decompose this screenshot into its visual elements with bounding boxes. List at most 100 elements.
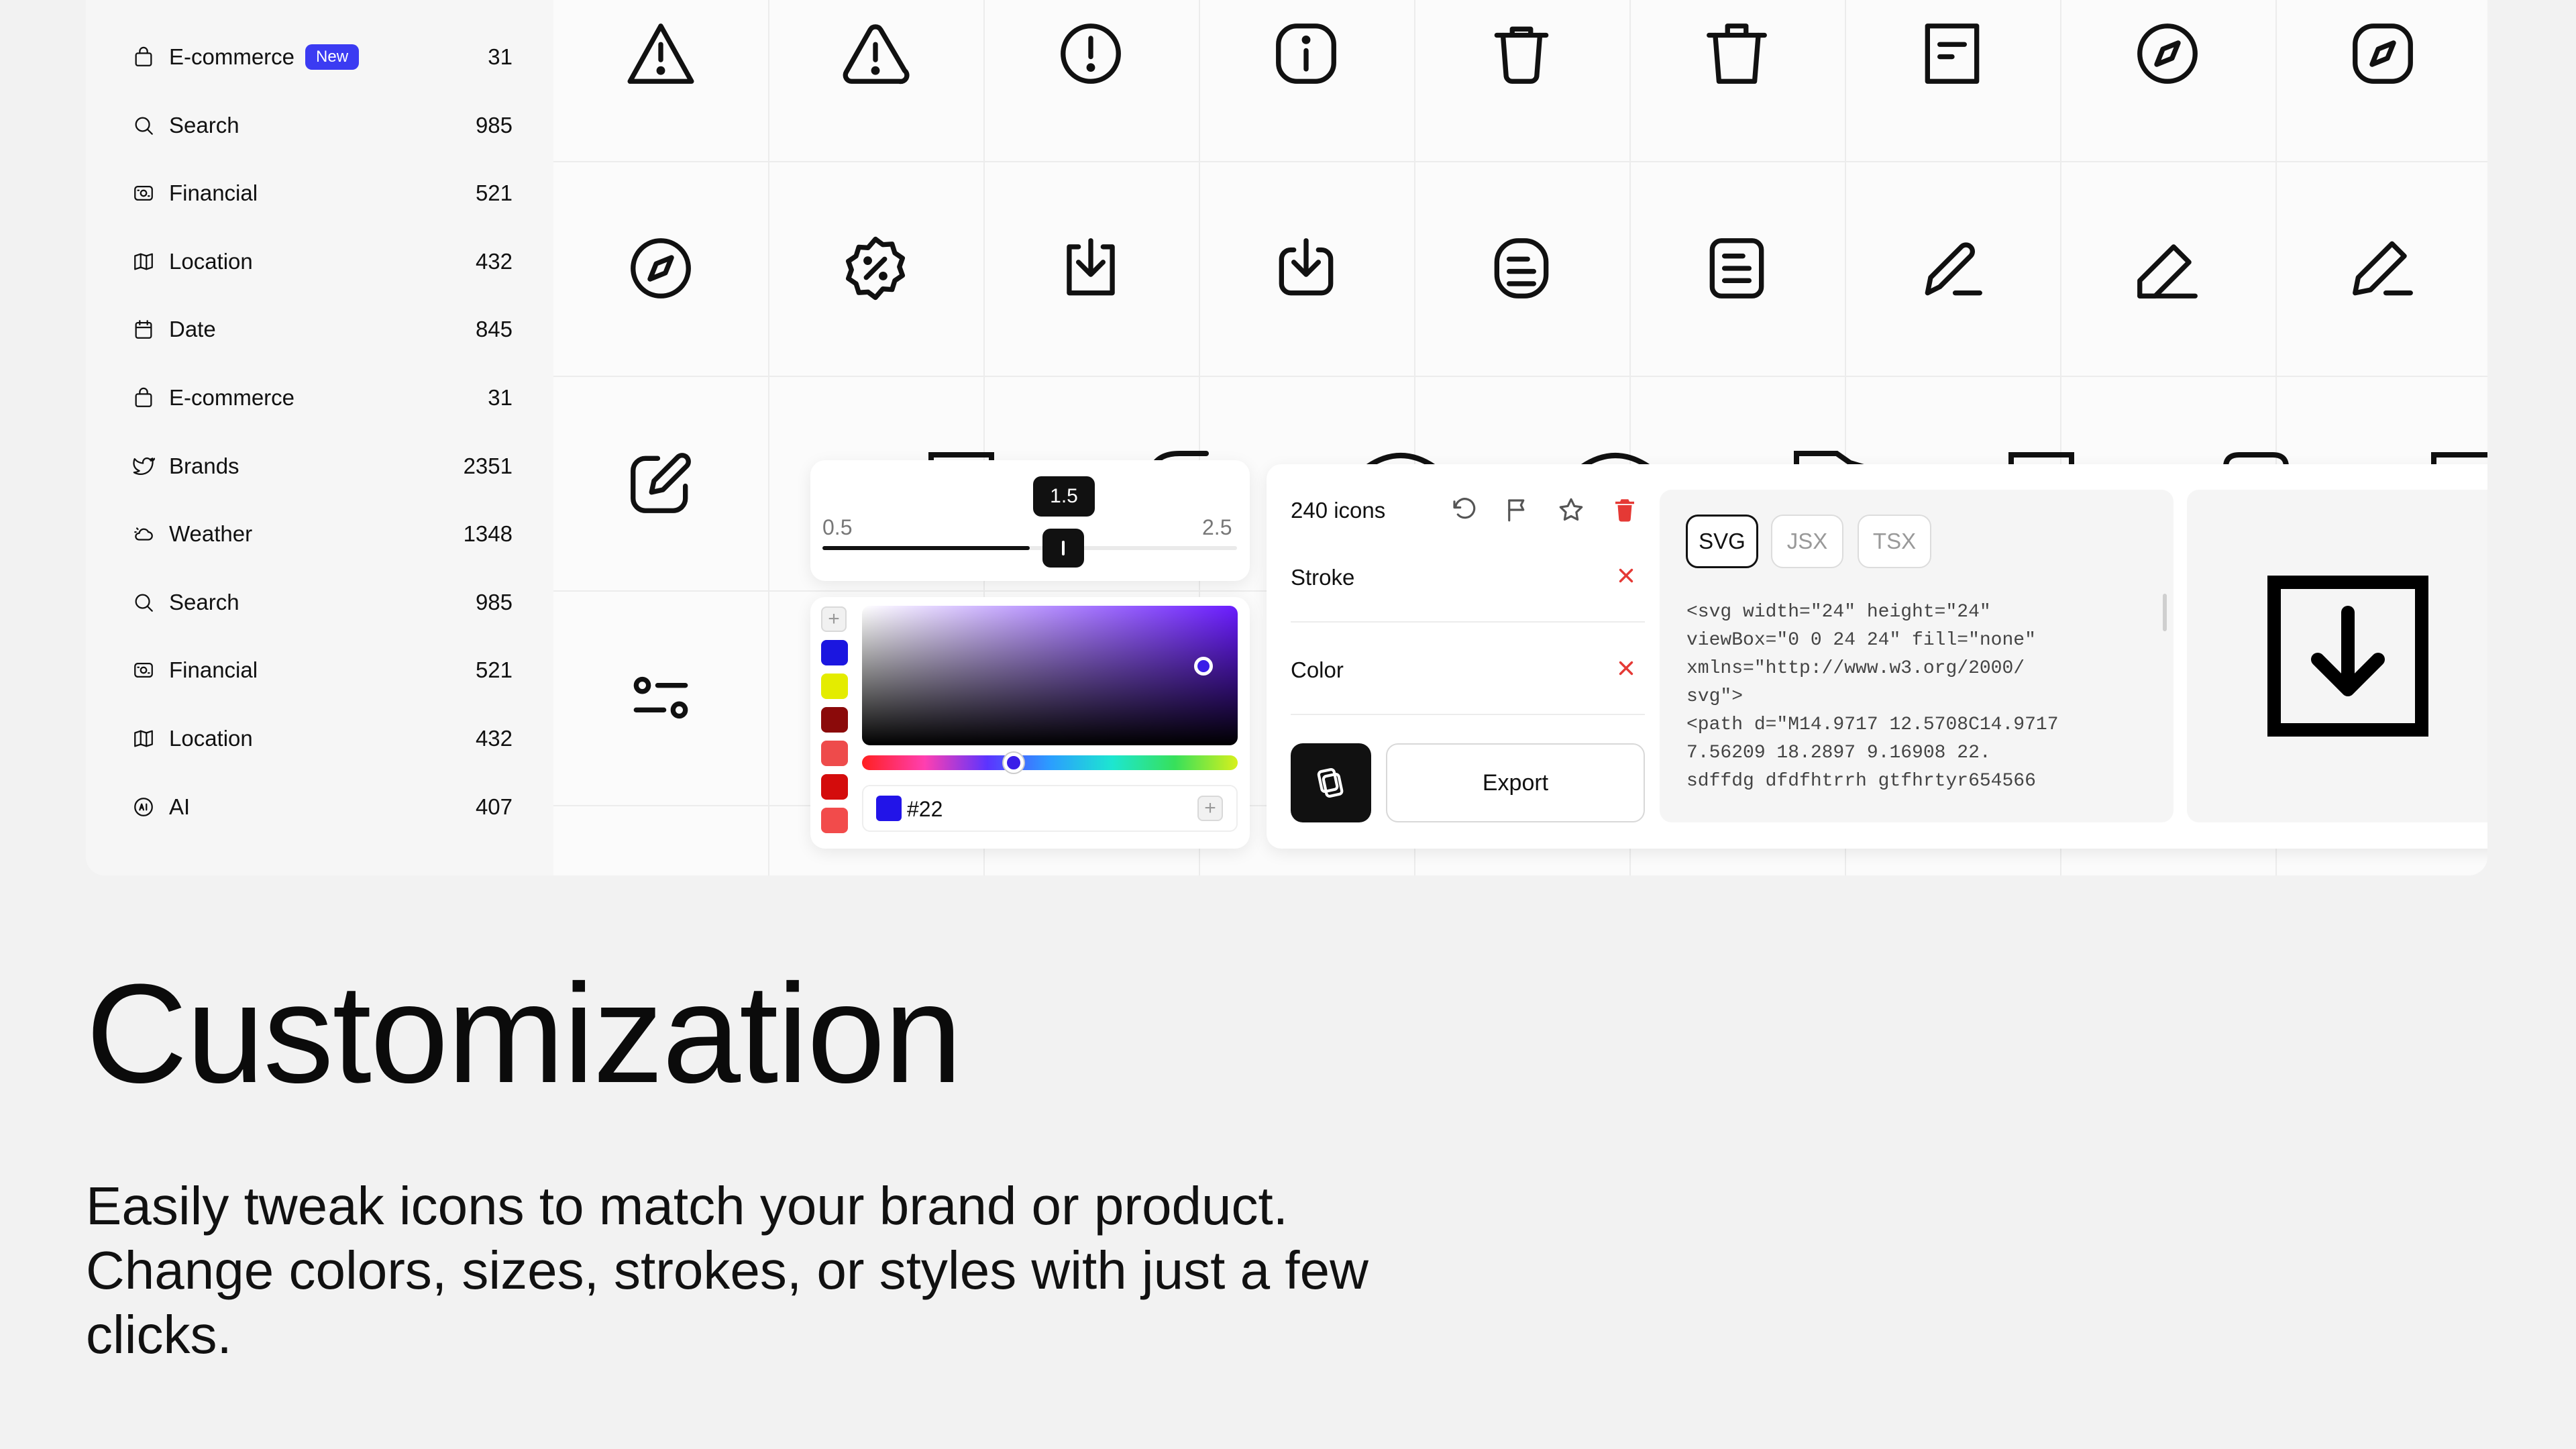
hue-slider[interactable] [862, 755, 1238, 770]
code-line: <path d="M14.9717 12.5708C14.9717 [1686, 714, 2059, 735]
sidebar-item-label: Search [169, 112, 239, 138]
add-swatch-button[interactable]: + [821, 606, 847, 632]
cloud-sun-icon [130, 521, 157, 547]
sidebar-item-label: AI [169, 794, 191, 819]
stroke-slider-panel [810, 460, 1250, 581]
notes-rounded-icon[interactable] [1629, 161, 1844, 376]
trash-rounded-icon[interactable] [1414, 0, 1629, 161]
stroke-slider-track[interactable] [822, 546, 1237, 550]
current-color-chip [876, 796, 902, 821]
close-icon[interactable] [1613, 655, 1640, 682]
compass-circle-icon[interactable] [553, 161, 768, 376]
shopping-bag-icon [130, 44, 157, 70]
sidebar-item-count: 985 [475, 112, 513, 138]
code-line: svg"> [1686, 686, 1743, 707]
color-swatch[interactable] [821, 774, 848, 800]
sidebar-item-date[interactable]: Date 845 [130, 306, 513, 353]
alert-triangle-icon[interactable] [553, 0, 768, 161]
undo-icon[interactable] [1448, 494, 1480, 526]
calendar-icon [130, 316, 157, 343]
tab-svg[interactable]: SVG [1686, 515, 1758, 568]
tab-tsx[interactable]: TSX [1858, 515, 1931, 568]
map-icon [130, 248, 157, 275]
saturation-handle[interactable] [1194, 657, 1213, 676]
color-swatch[interactable] [821, 674, 848, 699]
sidebar-item-label: E-commerce [169, 44, 295, 69]
sidebar-item-count: 407 [475, 794, 513, 819]
trash-icon[interactable] [1629, 0, 1844, 161]
code-line: <svg width="24" height="24" [1686, 602, 1991, 623]
saturation-value-area[interactable] [862, 606, 1238, 745]
sidebar-item-label: Weather [169, 521, 253, 547]
option-divider [1291, 621, 1645, 623]
slider-min-label: 0.5 [822, 515, 853, 539]
hex-input[interactable] [906, 794, 1110, 824]
shopping-bag-icon [130, 384, 157, 411]
info-square-icon[interactable] [1199, 0, 1413, 161]
sidebar-item-search[interactable]: Search 985 [130, 579, 513, 626]
stroke-slider-thumb[interactable] [1042, 529, 1084, 568]
add-color-button[interactable]: + [1197, 796, 1223, 821]
page-title: Customization [86, 955, 963, 1112]
code-line: viewBox="0 0 24 24" fill="none" [1686, 630, 2036, 651]
edit-box-icon[interactable] [553, 376, 768, 590]
sidebar-item-financial[interactable]: Financial 521 [130, 170, 513, 217]
trash-icon[interactable] [1609, 494, 1641, 526]
money-icon [130, 180, 157, 207]
star-icon[interactable] [1555, 494, 1587, 526]
sidebar-item-e-commerce[interactable]: E-commerce 31 [130, 374, 513, 421]
discount-badge-icon[interactable] [768, 161, 983, 376]
sidebar-item-location[interactable]: Location 432 [130, 715, 513, 762]
notes-square-icon[interactable] [1414, 161, 1629, 376]
sidebar-item-brands[interactable]: Brands 2351 [130, 443, 513, 490]
stroke-value-tooltip: 1.5 [1033, 476, 1095, 517]
sidebar-item-weather[interactable]: Weather 1348 [130, 511, 513, 557]
hue-handle[interactable] [1004, 753, 1024, 773]
alert-circle-icon[interactable] [983, 0, 1198, 161]
sidebar-item-count: 2351 [463, 453, 513, 478]
download-square-icon[interactable] [983, 161, 1198, 376]
document-icon[interactable] [1845, 0, 2059, 161]
sidebar-item-financial[interactable]: Financial 521 [130, 647, 513, 694]
code-scrollbar[interactable] [2163, 594, 2167, 631]
copy-icon [1317, 767, 1344, 798]
flag-icon[interactable] [1501, 494, 1534, 526]
sidebar-item-count: 31 [488, 385, 513, 410]
category-sidebar: E-commerce New 31 Search 985 Financial 521 Loca… [86, 0, 555, 875]
sidebar-item-label: Location [169, 248, 253, 274]
sidebar-item-label: Search [169, 589, 239, 614]
app-screenshot: E-commerce New 31 Search 985 Financial 521 Loca… [86, 0, 2487, 875]
sliders-icon[interactable] [553, 590, 768, 805]
sidebar-item-e-commerce[interactable]: E-commerce New 31 [130, 34, 513, 80]
pencil-sharp-line-icon[interactable] [2275, 161, 2487, 376]
sidebar-item-ai[interactable]: AI 407 [130, 784, 513, 830]
download-square-icon [2267, 576, 2428, 737]
sidebar-item-count: 1348 [463, 521, 513, 547]
color-swatch[interactable] [821, 640, 848, 665]
sidebar-item-location[interactable]: Location 432 [130, 238, 513, 285]
pencil-square-line-icon[interactable] [2060, 161, 2275, 376]
sidebar-item-count: 521 [475, 180, 513, 206]
copy-button[interactable] [1291, 743, 1371, 822]
alert-triangle-rounded-icon[interactable] [768, 0, 983, 161]
sidebar-item-search[interactable]: Search 985 [130, 102, 513, 149]
tab-jsx[interactable]: JSX [1771, 515, 1843, 568]
color-swatch[interactable] [821, 741, 848, 766]
sidebar-item-label: Date [169, 317, 216, 342]
color-swatch[interactable] [821, 707, 848, 733]
money-icon [130, 657, 157, 684]
code-line: 7.56209 18.2897 9.16908 22. [1686, 743, 1991, 763]
compass-circle-icon[interactable] [2060, 0, 2275, 161]
ai-chip-icon [130, 794, 157, 820]
export-button[interactable]: Export [1386, 743, 1645, 822]
compass-square-icon[interactable] [2275, 0, 2487, 161]
search-icon [130, 112, 157, 139]
pencil-line-icon[interactable] [1845, 161, 2059, 376]
slider-max-label: 2.5 [1202, 515, 1232, 539]
svg-code-snippet[interactable]: <svg width="24" height="24" viewBox="0 0 … [1686, 598, 2156, 796]
sidebar-item-label: Financial [169, 657, 258, 683]
download-rounded-icon[interactable] [1199, 161, 1413, 376]
close-icon[interactable] [1613, 562, 1640, 589]
sidebar-item-count: 845 [475, 317, 513, 342]
color-swatch[interactable] [821, 808, 848, 833]
